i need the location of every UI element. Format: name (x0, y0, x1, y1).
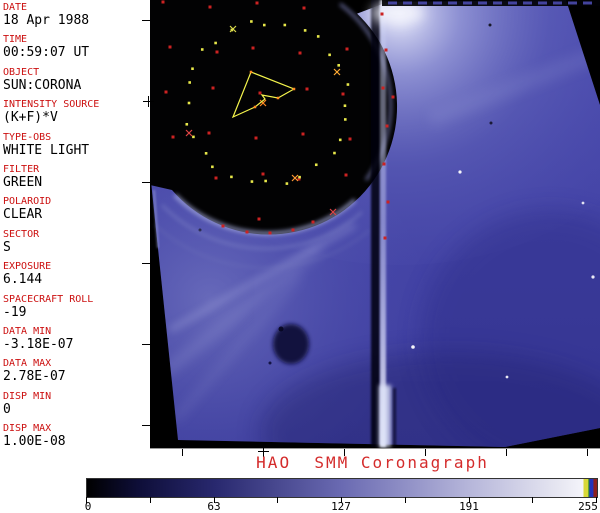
tick-mark (142, 182, 150, 183)
field-value: 0 (3, 401, 11, 417)
colorbar-tick (150, 497, 151, 503)
field-value: CLEAR (3, 207, 43, 223)
field-value: 1.00E-08 (3, 434, 66, 450)
field-value: 18 Apr 1988 (3, 13, 90, 28)
metadata-field: SPACECRAFT ROLL -19 (3, 294, 93, 320)
field-value: GREEN (3, 175, 43, 190)
colorbar-tick-label: 255 (578, 500, 598, 513)
colorbar-tick (277, 497, 278, 503)
field-label: DISP MIN (3, 390, 52, 402)
metadata-field: TIME 00:59:07 UT (3, 34, 89, 60)
image-bottom-border (150, 448, 600, 449)
tick-mark (142, 425, 150, 426)
field-label: SECTOR (3, 228, 40, 240)
coronagraph-image (150, 0, 600, 447)
field-value: S (3, 239, 11, 255)
colorbar-tick (405, 497, 406, 503)
app-window: DATE 18 Apr 1988 TIME 00:59:07 UT OBJECT SUN:… (0, 0, 600, 513)
field-value: (K+F)*V (3, 110, 58, 126)
colorbar-tick-label: 0 (84, 500, 92, 513)
colorbar-tick (532, 497, 533, 503)
field-label: EXPOSURE (3, 261, 52, 273)
field-value: -19 (3, 304, 27, 320)
colorbar-tick-label: 191 (459, 500, 479, 513)
tick-mark (142, 263, 150, 264)
colorbar-tick-label: 63 (207, 500, 221, 513)
metadata-field: EXPOSURE 6.144 (3, 261, 51, 287)
field-value: 6.144 (3, 272, 43, 288)
field-value: 00:59:07 UT (3, 45, 90, 61)
field-label: TIME (3, 34, 28, 46)
metadata-field: SECTOR S (3, 229, 39, 255)
metadata-field: DISP MAX 1.00E-08 (3, 423, 66, 449)
coronagraph-image-canvas[interactable] (150, 0, 600, 448)
metadata-sidebar: DATE 18 Apr 1988 TIME 00:59:07 UT OBJECT SUN:… (0, 0, 150, 449)
metadata-field: DATA MAX 2.78E-07 (3, 358, 66, 384)
field-label: INTENSITY SOURCE (3, 99, 100, 111)
field-value: 2.78E-07 (3, 369, 66, 385)
tick-mark (148, 96, 149, 107)
field-label: POLAROID (3, 196, 52, 208)
field-label: DISP MAX (3, 423, 52, 435)
field-value: -3.18E-07 (3, 337, 74, 352)
field-label: SPACECRAFT ROLL (3, 293, 94, 305)
page-title: HAO SMM Coronagraph (256, 453, 489, 472)
field-label: TYPE-OBS (3, 131, 52, 143)
field-label: DATE (3, 2, 28, 13)
tick-mark (142, 344, 150, 345)
metadata-field: INTENSITY SOURCE (K+F)*V (3, 99, 99, 125)
metadata-field: DISP MIN 0 (3, 391, 51, 417)
field-label: OBJECT (3, 66, 40, 78)
metadata-field: FILTER GREEN (3, 164, 42, 190)
metadata-field: POLAROID CLEAR (3, 196, 51, 222)
metadata-field: TYPE-OBS WHITE LIGHT (3, 132, 89, 158)
field-label: DATA MAX (3, 358, 52, 370)
metadata-field: DATA MIN -3.18E-07 (3, 326, 73, 352)
field-label: FILTER (3, 164, 40, 175)
field-value: WHITE LIGHT (3, 142, 90, 158)
metadata-field: OBJECT SUN:CORONA (3, 67, 81, 93)
field-value: SUN:CORONA (3, 77, 82, 93)
tick-mark (142, 20, 150, 21)
colorbar-tick-label: 127 (331, 500, 351, 513)
field-label: DATA MIN (3, 326, 52, 337)
colorbar (86, 478, 598, 498)
metadata-field: DATE 18 Apr 1988 (3, 2, 89, 28)
